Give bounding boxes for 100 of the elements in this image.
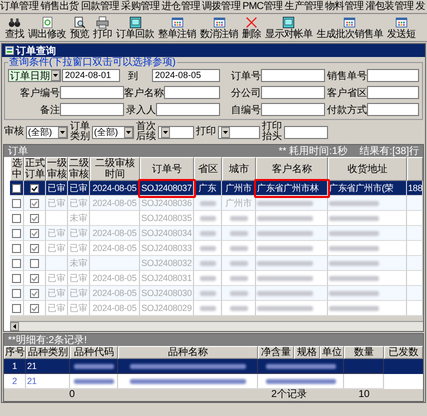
checkbox[interactable] (12, 244, 21, 252)
menu-item[interactable]: 采购管理 (121, 0, 160, 13)
input-field[interactable] (60, 86, 124, 99)
toolbar-button[interactable]: 查找 (3, 14, 26, 41)
column-header[interactable]: 一级审核 (46, 157, 68, 181)
toolbar-button[interactable]: 数消注销 (198, 14, 240, 41)
input-field[interactable] (367, 103, 419, 116)
dropdown[interactable] (218, 126, 260, 138)
toolbar-button[interactable]: 删除 (240, 14, 263, 41)
menu-item[interactable]: PMC管理 (242, 0, 283, 13)
input-field[interactable] (261, 69, 325, 82)
dropdown[interactable] (158, 126, 194, 138)
column-header[interactable]: 品种代码 (70, 346, 118, 359)
column-header[interactable]: 二级审核 (68, 157, 90, 181)
table-cell: 2024-08-05 (92, 273, 137, 283)
checkbox[interactable] (30, 228, 39, 238)
date-field[interactable]: 2024-08-01 (62, 69, 120, 82)
toolbar-button[interactable]: 整单注销 (156, 14, 198, 41)
checkbox[interactable] (30, 274, 39, 282)
dropdown[interactable]: (全部) (92, 126, 134, 138)
blurred-text (329, 306, 379, 310)
input-field[interactable] (60, 103, 124, 116)
column-header[interactable]: 规格 (294, 346, 320, 359)
menu-item[interactable]: 订单管理 (0, 0, 38, 13)
checkbox[interactable] (30, 184, 39, 192)
refresh-page-icon (40, 16, 54, 29)
menu-item[interactable]: 灌包装管理 (365, 0, 414, 13)
table-cell: 已审 (48, 302, 66, 314)
checkbox[interactable] (30, 214, 39, 222)
input-field[interactable] (284, 126, 328, 138)
filter-label: 打印抬头 (262, 122, 282, 142)
input-field[interactable] (261, 103, 325, 116)
column-header[interactable]: 省区 (194, 157, 222, 181)
table-cell: SOJ2408031 (141, 273, 192, 283)
input-field[interactable] (367, 86, 419, 99)
total-cell: 0 (69, 389, 75, 400)
checkbox[interactable] (12, 258, 21, 268)
field-label: 到 (128, 70, 138, 82)
column-header[interactable]: 单位 (320, 346, 344, 359)
blurred-text (200, 306, 216, 310)
toolbar-button[interactable]: 订单回款 (114, 14, 156, 41)
menu-item[interactable]: 生产管理 (284, 0, 324, 13)
toolbar-button[interactable]: 显示对帐单 (263, 14, 314, 41)
table-cell: SOJ2408029 (141, 303, 192, 313)
horizontal-scrollbar[interactable] (10, 321, 423, 331)
checkbox[interactable] (12, 288, 21, 298)
column-header[interactable]: 城市 (222, 157, 256, 181)
input-field[interactable] (367, 69, 419, 82)
dropdown[interactable]: (全部) (26, 126, 68, 138)
checkbox[interactable] (30, 244, 39, 252)
column-header[interactable]: 收货地址 (328, 157, 407, 181)
blurred-text (200, 260, 216, 266)
checkbox[interactable] (12, 184, 21, 192)
table-cell: 2024-08-05 (92, 183, 137, 193)
column-header[interactable]: 已发数 (384, 346, 423, 359)
table-row[interactable]: 2 21 (4, 374, 423, 389)
column-header[interactable]: 数量 (344, 346, 384, 359)
checkbox[interactable] (12, 304, 21, 312)
menu-item[interactable]: 发 (416, 0, 426, 13)
menu-item[interactable]: 调拨管理 (202, 0, 240, 13)
column-header[interactable]: 品种名称 (118, 346, 258, 359)
blurred-text (257, 200, 313, 206)
checkbox[interactable] (12, 274, 21, 282)
table-row[interactable]: 1 21 (4, 359, 423, 374)
toolbar-button[interactable]: 打印 (91, 14, 114, 41)
toolbar-button[interactable]: 预览 (68, 14, 91, 41)
checkbox[interactable] (30, 304, 39, 312)
checkbox[interactable] (12, 228, 21, 238)
date-field[interactable]: 2024-08-05 (152, 69, 220, 82)
column-header[interactable] (407, 157, 423, 181)
menu-item[interactable]: 回款管理 (80, 0, 120, 13)
date-type-dropdown[interactable]: 订单日期 (8, 69, 61, 82)
column-header[interactable]: 品种类别 (26, 346, 70, 359)
toolbar-button[interactable]: 发送短 (385, 14, 418, 41)
column-header[interactable]: 选中 (10, 157, 24, 181)
checkbox[interactable] (12, 198, 21, 208)
blurred-text (74, 364, 114, 368)
menu-item[interactable]: 物料管理 (325, 0, 364, 13)
scroll-left-icon[interactable] (10, 322, 19, 331)
input-field[interactable] (261, 86, 325, 99)
checkbox[interactable] (30, 288, 39, 298)
table-cell: 已审 (48, 242, 66, 254)
checkbox[interactable] (30, 258, 39, 268)
toolbar-button[interactable]: 调出修改 (26, 14, 68, 41)
toolbar-button[interactable]: 生成批次销售单 (314, 14, 385, 41)
checkbox[interactable] (12, 214, 21, 222)
menu-item[interactable]: 进仓管理 (162, 0, 200, 13)
column-header[interactable]: 正式订单 (24, 157, 46, 181)
checkbox[interactable] (30, 198, 39, 208)
column-header[interactable]: 净含量 (258, 346, 294, 359)
table-cell: 188 (408, 183, 422, 193)
blurred-text (329, 230, 379, 236)
menu-item[interactable]: 销售出货 (40, 0, 79, 13)
table-cell: 已审 (70, 242, 88, 254)
input-field[interactable] (164, 86, 220, 99)
input-field[interactable] (156, 103, 220, 116)
blurred-text (266, 364, 336, 368)
elapsed-time: ** 耗用时间:1秒 (278, 145, 348, 158)
field-label: 分公司 (231, 86, 261, 100)
field-label: 订单号 (231, 70, 261, 82)
